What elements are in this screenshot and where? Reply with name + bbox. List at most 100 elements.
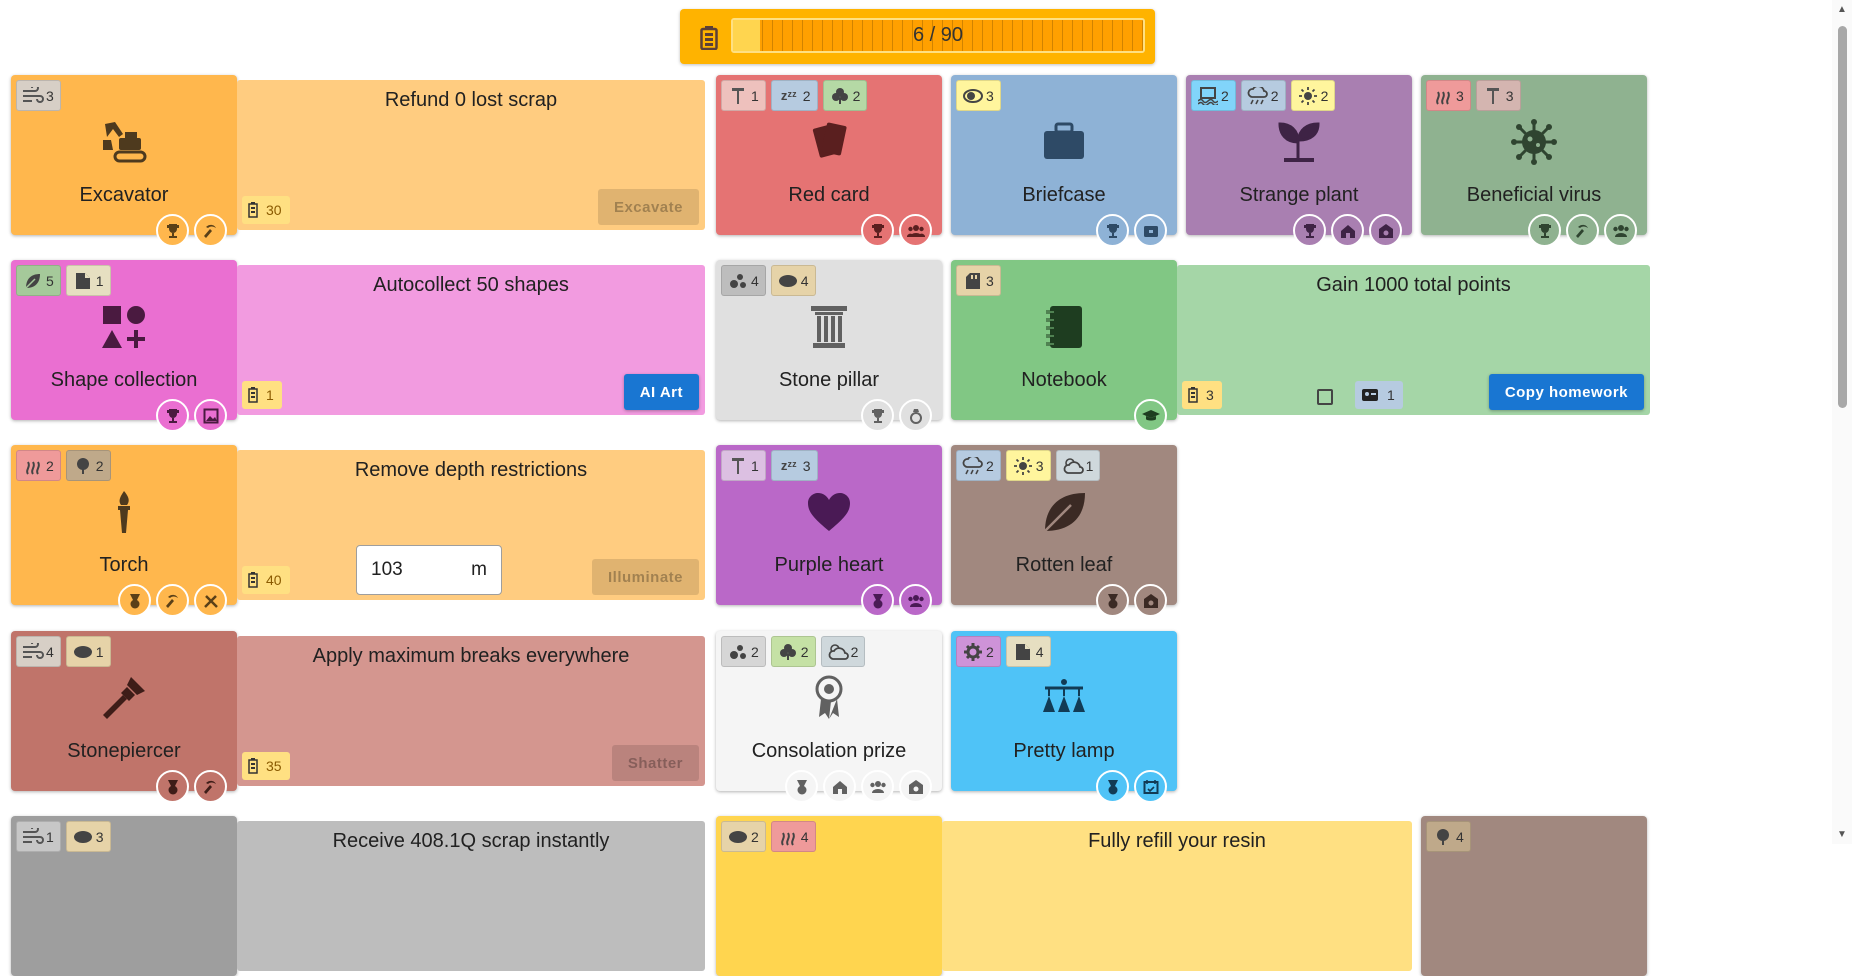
group-icon[interactable]: [899, 214, 932, 247]
sun-badge: 3: [1005, 450, 1051, 481]
vault-icon[interactable]: [1134, 584, 1167, 617]
battery-icon: [248, 202, 258, 218]
vault-icon[interactable]: [1369, 214, 1402, 247]
stone-pillar-card[interactable]: 4 4 Stone pillar: [716, 260, 942, 432]
stonepiercer-panel: Apply maximum breaks everywhere 35 Shatt…: [237, 636, 705, 786]
purple-heart-card[interactable]: 1 zᶻᶻ 3 Purple heart: [716, 445, 942, 617]
trophy-icon[interactable]: [1096, 214, 1129, 247]
notebook-icon: [951, 304, 1177, 350]
sleep-icon: zᶻᶻ: [780, 88, 797, 103]
panel-title: Gain 1000 total points: [1316, 274, 1511, 296]
resource-bar: 6 / 90: [680, 9, 1155, 64]
row5-card-2[interactable]: 2 4: [716, 816, 942, 976]
homework-checkbox[interactable]: [1317, 389, 1333, 405]
pickaxe-icon[interactable]: [194, 214, 227, 247]
pickaxe-icon[interactable]: [194, 770, 227, 803]
scroll-up-icon[interactable]: ▲: [1837, 4, 1847, 15]
heat-badge: 4: [770, 821, 816, 852]
briefcase-card[interactable]: 3 Briefcase: [951, 75, 1177, 247]
red-card-card[interactable]: 1 zᶻᶻ 2 2 Red card: [716, 75, 942, 247]
row5-card-3[interactable]: 4: [1421, 816, 1647, 976]
strange-plant-card[interactable]: 2 2 2 Strange plant: [1186, 75, 1412, 247]
group-icon[interactable]: [861, 770, 894, 803]
panel-title: Remove depth restrictions: [354, 459, 588, 481]
depth-input[interactable]: 103 m: [356, 545, 502, 595]
graduation-cap-icon[interactable]: [1134, 399, 1167, 432]
medal-icon[interactable]: [1096, 770, 1129, 803]
group-icon[interactable]: [1604, 214, 1637, 247]
copy-homework-button[interactable]: Copy homework: [1488, 374, 1644, 410]
stonepiercer-card[interactable]: 4 1 Stonepiercer: [11, 631, 237, 803]
medal-icon[interactable]: [118, 584, 151, 617]
trophy-icon[interactable]: [1293, 214, 1326, 247]
trophy-icon[interactable]: [156, 214, 189, 247]
notebook-card[interactable]: 3 Notebook: [951, 260, 1177, 432]
battery-icon: [1188, 387, 1198, 403]
medal-icon[interactable]: [861, 584, 894, 617]
vault-icon[interactable]: [899, 770, 932, 803]
medal-icon[interactable]: [1096, 584, 1129, 617]
card-title: Purple heart: [774, 554, 884, 576]
shape-collection-panel: Autocollect 50 shapes 1 AI Art: [237, 265, 705, 415]
stone-icon: [726, 825, 750, 849]
panel-title: Apply maximum breaks everywhere: [312, 645, 630, 667]
clover-icon: [776, 640, 800, 664]
briefcase-icon: [951, 119, 1177, 165]
rocks-icon: [726, 640, 750, 664]
stone-badge: 2: [721, 821, 766, 852]
rocks-badge: 4: [721, 265, 766, 296]
ring-icon[interactable]: [899, 399, 932, 432]
tools-icon[interactable]: [194, 584, 227, 617]
rotten-leaf-card[interactable]: 2 3 1 Rotten leaf: [951, 445, 1177, 617]
nail-icon: [1481, 84, 1505, 108]
scroll-down-icon[interactable]: ▼: [1837, 829, 1847, 840]
illuminate-button[interactable]: Illuminate: [591, 559, 699, 595]
trophy-icon[interactable]: [156, 399, 189, 432]
row5-card-1[interactable]: 1 3: [11, 816, 237, 976]
gear-badge: 2: [956, 636, 1001, 667]
trophy-icon[interactable]: [861, 399, 894, 432]
schedule-icon[interactable]: [1134, 770, 1167, 803]
ai-art-button[interactable]: AI Art: [623, 374, 699, 410]
stone-icon: [71, 640, 95, 664]
clover-badge: 2: [822, 80, 868, 111]
page-scrollbar[interactable]: ▲ ▼: [1832, 0, 1852, 844]
stone-badge: 4: [770, 265, 816, 296]
gallery-icon[interactable]: [194, 399, 227, 432]
card-title: Consolation prize: [751, 740, 907, 762]
pickaxe-icon[interactable]: [156, 584, 189, 617]
excavator-card[interactable]: 3 Excavator: [11, 75, 237, 247]
trophy-icon[interactable]: [1528, 214, 1561, 247]
group-icon[interactable]: [899, 584, 932, 617]
sun-icon: [1011, 454, 1035, 478]
wind-badge: 4: [16, 636, 61, 667]
medal-icon[interactable]: [156, 770, 189, 803]
shape-collection-card[interactable]: 5 1 Shape collection: [11, 260, 237, 432]
chest-icon[interactable]: [1134, 214, 1167, 247]
card-title: Stonepiercer: [67, 740, 181, 762]
medal-icon[interactable]: [785, 770, 818, 803]
beneficial-virus-card[interactable]: 3 3 Beneficial virus: [1421, 75, 1647, 247]
scrollbar-thumb[interactable]: [1838, 26, 1847, 408]
trophy-icon[interactable]: [861, 214, 894, 247]
cost-badge: 30: [242, 196, 290, 224]
card-title: Torch: [99, 554, 149, 576]
consolation-prize-card[interactable]: 2 2 2 Consolation prize: [716, 631, 942, 803]
pickaxe-icon[interactable]: [1566, 214, 1599, 247]
torch-card[interactable]: 2 2 Torch: [11, 445, 237, 617]
card-title: Strange plant: [1239, 184, 1359, 206]
cards-icon: [716, 119, 942, 165]
excavate-button[interactable]: Excavate: [597, 189, 699, 225]
battery-icon: [248, 572, 258, 588]
farm-icon[interactable]: [823, 770, 856, 803]
pretty-lamp-card[interactable]: 2 4 Pretty lamp: [951, 631, 1177, 803]
rain-badge: 2: [956, 450, 1001, 481]
farm-icon[interactable]: [1331, 214, 1364, 247]
sdcard-badge: 3: [956, 265, 1001, 296]
note-badge: 4: [1005, 636, 1051, 667]
card-title: Stone pillar: [778, 369, 880, 391]
cloudy-badge: 2: [820, 636, 866, 667]
cost-badge: 35: [242, 752, 290, 780]
shatter-button[interactable]: Shatter: [611, 745, 699, 781]
clover-badge: 2: [770, 636, 816, 667]
